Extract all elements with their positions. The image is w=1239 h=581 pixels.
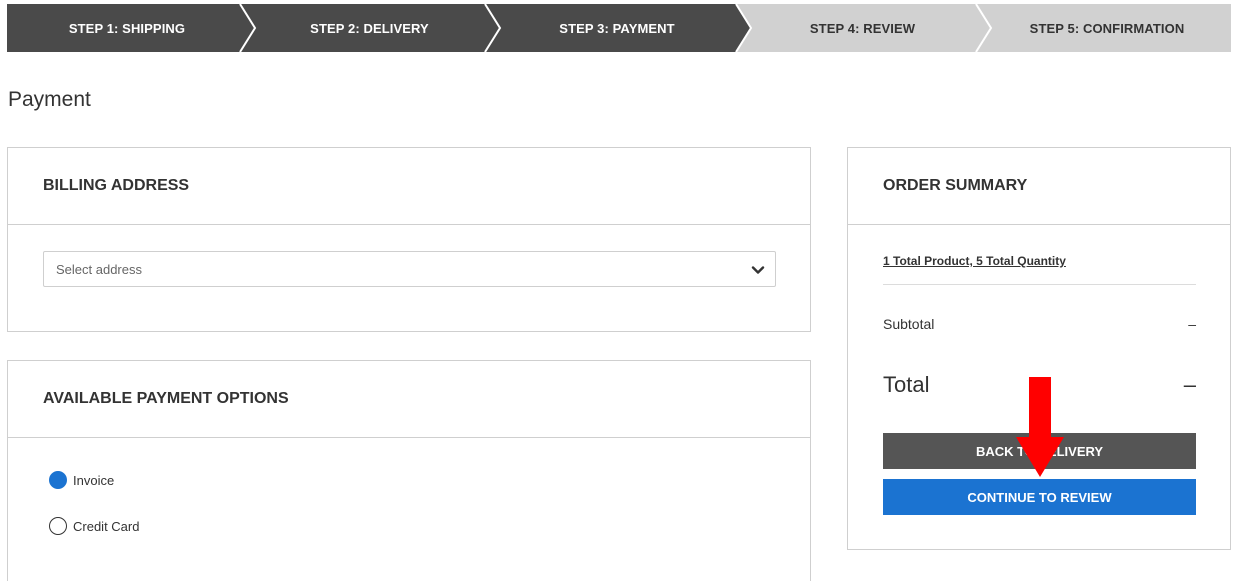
checkout-stepper: STEP 1: SHIPPING STEP 2: DELIVERY STEP 3… bbox=[7, 4, 1231, 52]
step-review: STEP 4: REVIEW bbox=[742, 4, 983, 52]
summary-divider bbox=[883, 284, 1196, 285]
subtotal-row: Subtotal – bbox=[883, 316, 1196, 332]
radio-checked-icon[interactable] bbox=[49, 471, 67, 489]
step-confirmation: STEP 5: CONFIRMATION bbox=[983, 4, 1231, 52]
payment-options-card: AVAILABLE PAYMENT OPTIONS Invoice Credit… bbox=[7, 360, 811, 581]
payment-options-header: AVAILABLE PAYMENT OPTIONS bbox=[8, 361, 810, 438]
payment-option-label: Credit Card bbox=[73, 518, 140, 534]
step-shipping[interactable]: STEP 1: SHIPPING bbox=[7, 4, 247, 52]
chevron-down-icon bbox=[751, 266, 765, 274]
product-quantity-link[interactable]: 1 Total Product, 5 Total Quantity bbox=[883, 254, 1066, 268]
total-value: – bbox=[1183, 372, 1196, 397]
billing-address-select[interactable]: Select address bbox=[43, 251, 776, 287]
payment-option-label: Invoice bbox=[73, 472, 115, 488]
subtotal-value: – bbox=[1188, 316, 1196, 332]
payment-option-invoice[interactable]: Invoice bbox=[49, 471, 114, 489]
subtotal-label: Subtotal bbox=[883, 316, 935, 332]
billing-address-header: BILLING ADDRESS bbox=[8, 148, 810, 225]
order-summary-card: ORDER SUMMARY 1 Total Product, 5 Total Q… bbox=[847, 147, 1231, 550]
page-title: Payment bbox=[8, 88, 91, 111]
step-label: STEP 4: REVIEW bbox=[809, 20, 916, 36]
red-arrow-down-icon bbox=[1016, 377, 1064, 477]
step-delivery[interactable]: STEP 2: DELIVERY bbox=[247, 4, 492, 52]
step-label: STEP 1: SHIPPING bbox=[68, 20, 186, 36]
total-label: Total bbox=[883, 372, 930, 397]
step-label: STEP 3: PAYMENT bbox=[559, 20, 675, 36]
continue-to-review-button[interactable]: CONTINUE TO REVIEW bbox=[883, 479, 1196, 515]
payment-option-credit-card[interactable]: Credit Card bbox=[49, 517, 139, 535]
step-label: STEP 2: DELIVERY bbox=[310, 20, 429, 36]
radio-unchecked-icon[interactable] bbox=[49, 517, 67, 535]
step-label: STEP 5: CONFIRMATION bbox=[1029, 20, 1185, 36]
select-value: Select address bbox=[56, 261, 142, 277]
billing-address-card: BILLING ADDRESS Select address bbox=[7, 147, 811, 332]
step-payment[interactable]: STEP 3: PAYMENT bbox=[492, 4, 742, 52]
order-summary-header: ORDER SUMMARY bbox=[848, 148, 1230, 225]
